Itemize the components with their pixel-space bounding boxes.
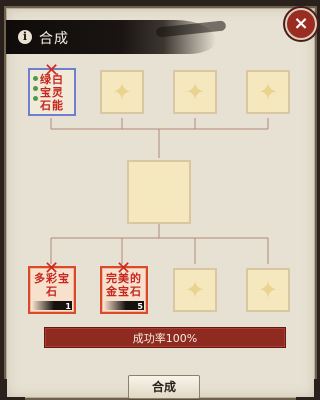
item-name: 绿白 宝灵 石能 (40, 73, 64, 112)
result-slot[interactable] (127, 160, 191, 224)
item-name: 多彩宝 石 (34, 272, 70, 298)
close-button[interactable]: × (285, 8, 317, 40)
success-rate-text: 成功率100% (132, 332, 198, 345)
success-rate-bar: 成功率100% (44, 327, 286, 348)
item-count: 5 (137, 302, 143, 311)
craft-button[interactable]: 合成 (128, 375, 200, 399)
material-slot-bottom-4[interactable] (246, 268, 290, 312)
material-slot-bottom-2[interactable]: ✕ 完美的 金宝石 5 (100, 258, 148, 314)
material-slot-top-2[interactable] (100, 70, 144, 114)
frame-corner (4, 379, 25, 400)
frame-corner (296, 379, 317, 400)
synthesis-panel: i 合成 ✕ 绿白 宝灵 石能 ✕ 多彩宝 石 1 ✕ 完 (4, 6, 317, 400)
material-slot-bottom-1[interactable]: ✕ 多彩宝 石 1 (28, 258, 76, 314)
material-slot-top-3[interactable] (173, 70, 217, 114)
material-slot-bottom-3[interactable] (173, 268, 217, 312)
material-slot-top-1[interactable]: ✕ 绿白 宝灵 石能 (28, 60, 76, 116)
item-name: 完美的 金宝石 (106, 272, 142, 298)
item-count: 1 (65, 302, 71, 311)
material-slot-top-4[interactable] (246, 70, 290, 114)
